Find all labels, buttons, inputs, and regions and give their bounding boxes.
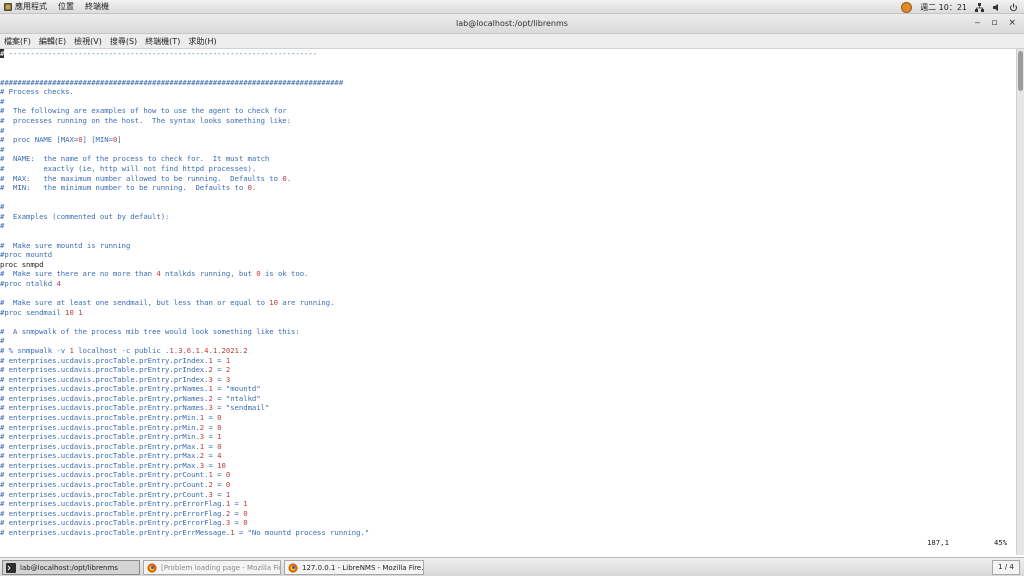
terminal-line: # The following are examples of how to u…	[0, 106, 287, 116]
terminal-line: #	[0, 125, 5, 135]
terminal-line: # Make sure mountd is running	[0, 240, 131, 250]
window-title: lab@localhost:/opt/librenms	[456, 19, 568, 28]
menu-file[interactable]: 檔案(F)	[4, 36, 31, 47]
terminal-line: # enterprises.ucdavis.procTable.prEntry.…	[0, 508, 248, 518]
top-panel-status: 週二 10：21	[901, 0, 1018, 14]
terminal-line: # enterprises.ucdavis.procTable.prEntry.…	[0, 441, 222, 451]
terminal-line: # MAX: the maximum number allowed to be …	[0, 173, 291, 183]
terminal-line: # Make sure there are no more than 4 nta…	[0, 269, 309, 279]
task-firefox-problem[interactable]: [Problem loading page - Mozilla Fire…	[143, 560, 281, 575]
terminal-line: # Process checks.	[0, 87, 74, 97]
terminal-line: #proc sendmail 10 1	[0, 307, 83, 317]
scroll-percent: 45%	[994, 538, 1008, 547]
terminal-line: # enterprises.ucdavis.procTable.prEntry.…	[0, 460, 226, 470]
menu-bar: 檔案(F) 編輯(E) 檢視(V) 搜尋(S) 終端機(T) 求助(H)	[0, 34, 1024, 49]
menu-help[interactable]: 求助(H)	[188, 36, 216, 47]
terminal-line: # proc NAME [MAX=0] [MIN=0]	[0, 135, 122, 145]
window-titlebar[interactable]: lab@localhost:/opt/librenms ‒ ▫ ×	[0, 14, 1024, 34]
clock[interactable]: 週二 10：21	[920, 2, 967, 13]
terminal-line: # enterprises.ucdavis.procTable.prEntry.…	[0, 470, 231, 480]
terminal-line: # enterprises.ucdavis.procTable.prEntry.…	[0, 480, 231, 490]
terminal-line: #proc mountd	[0, 250, 53, 260]
terminal-line: #	[0, 202, 5, 212]
terminal-line: # enterprises.ucdavis.procTable.prEntry.…	[0, 422, 222, 432]
weather-icon[interactable]	[901, 1, 913, 13]
terminal-line: # enterprises.ucdavis.procTable.prEntry.…	[0, 393, 261, 403]
menu-view[interactable]: 檢視(V)	[74, 36, 102, 47]
terminal-line: # A snmpwalk of the process mib tree wou…	[0, 326, 300, 336]
cursor-position: 187,1	[927, 538, 949, 547]
terminal-line: # exactly (ie, http will not find httpd …	[0, 163, 257, 173]
terminal-line: #	[0, 221, 5, 231]
task-label: 127.0.0.1 - LibreNMS - Mozilla Fire…	[302, 563, 424, 572]
window-controls: ‒ ▫ ×	[975, 18, 1016, 28]
terminal-line: # --------------------------------------…	[0, 49, 318, 58]
task-label: [Problem loading page - Mozilla Fire…	[161, 563, 281, 572]
applications-menu[interactable]: 應用程式	[15, 1, 47, 12]
taskbar: lab@localhost:/opt/librenms [Problem loa…	[0, 557, 1024, 576]
terminal-lines: # --------------------------------------…	[0, 49, 369, 537]
network-icon[interactable]	[975, 2, 984, 12]
minimize-button[interactable]: ‒	[975, 18, 981, 28]
terminal-line: # enterprises.ucdavis.procTable.prEntry.…	[0, 374, 231, 384]
terminal-line: #	[0, 96, 5, 106]
terminal-line: # MIN: the minimum number to be running.…	[0, 183, 257, 193]
terminal-line: ########################################…	[0, 77, 344, 87]
close-button[interactable]: ×	[1008, 18, 1016, 28]
menu-terminal[interactable]: 終端機(T)	[145, 36, 180, 47]
terminal-line: #	[0, 336, 5, 346]
terminal-line: # enterprises.ucdavis.procTable.prEntry.…	[0, 499, 248, 509]
scrollbar-thumb[interactable]	[1018, 51, 1023, 91]
terminal-line: # enterprises.ucdavis.procTable.prEntry.…	[0, 432, 222, 442]
terminal-line: # enterprises.ucdavis.procTable.prEntry.…	[0, 384, 261, 394]
places-menu[interactable]: 位置	[58, 1, 74, 12]
terminal-line: # Examples (commented out by default):	[0, 211, 170, 221]
menu-search[interactable]: 搜尋(S)	[110, 36, 137, 47]
maximize-button[interactable]: ▫	[991, 18, 997, 28]
volume-icon[interactable]	[992, 3, 1001, 12]
task-label: lab@localhost:/opt/librenms	[20, 563, 118, 572]
top-panel-menu: 應用程式 位置 終端機	[4, 1, 120, 12]
terminal-icon	[6, 562, 16, 573]
terminal-line: # enterprises.ucdavis.procTable.prEntry.…	[0, 489, 231, 499]
terminal-view[interactable]: # --------------------------------------…	[0, 49, 1016, 555]
terminal-line: # enterprises.ucdavis.procTable.prEntry.…	[0, 355, 231, 365]
terminal-line: proc snmpd	[0, 259, 44, 269]
terminal-app-menu[interactable]: 終端機	[85, 1, 109, 12]
terminal-line: # enterprises.ucdavis.procTable.prEntry.…	[0, 451, 222, 461]
terminal-line: # enterprises.ucdavis.procTable.prEntry.…	[0, 527, 370, 537]
terminal-line: # enterprises.ucdavis.procTable.prEntry.…	[0, 412, 222, 422]
applications-icon	[4, 2, 12, 11]
terminal-line: #proc ntalkd 4	[0, 278, 61, 288]
terminal-line: #	[0, 144, 5, 154]
terminal-line: # enterprises.ucdavis.procTable.prEntry.…	[0, 365, 231, 375]
workspace-switcher[interactable]: 1 / 4	[992, 560, 1020, 575]
task-terminal[interactable]: lab@localhost:/opt/librenms	[2, 560, 140, 575]
firefox-icon	[288, 562, 298, 573]
terminal-line: # processes running on the host. The syn…	[0, 116, 291, 126]
task-firefox-librenms[interactable]: 127.0.0.1 - LibreNMS - Mozilla Fire…	[284, 560, 424, 575]
terminal-line: # % snmpwalk -v 1 localhost -c public .1…	[0, 345, 248, 355]
terminal-line: # enterprises.ucdavis.procTable.prEntry.…	[0, 518, 248, 528]
terminal-line: # enterprises.ucdavis.procTable.prEntry.…	[0, 403, 270, 413]
terminal-scrollbar[interactable]	[1016, 49, 1024, 555]
terminal-line: # NAME: the name of the process to check…	[0, 154, 270, 164]
power-icon[interactable]	[1009, 3, 1018, 12]
top-panel: 應用程式 位置 終端機 週二 10：21	[0, 0, 1024, 14]
menu-edit[interactable]: 編輯(E)	[39, 36, 66, 47]
vim-status-line: 187,1 45%	[0, 538, 1016, 548]
terminal-line: # Make sure at least one sendmail, but l…	[0, 298, 335, 308]
firefox-icon	[147, 562, 157, 573]
